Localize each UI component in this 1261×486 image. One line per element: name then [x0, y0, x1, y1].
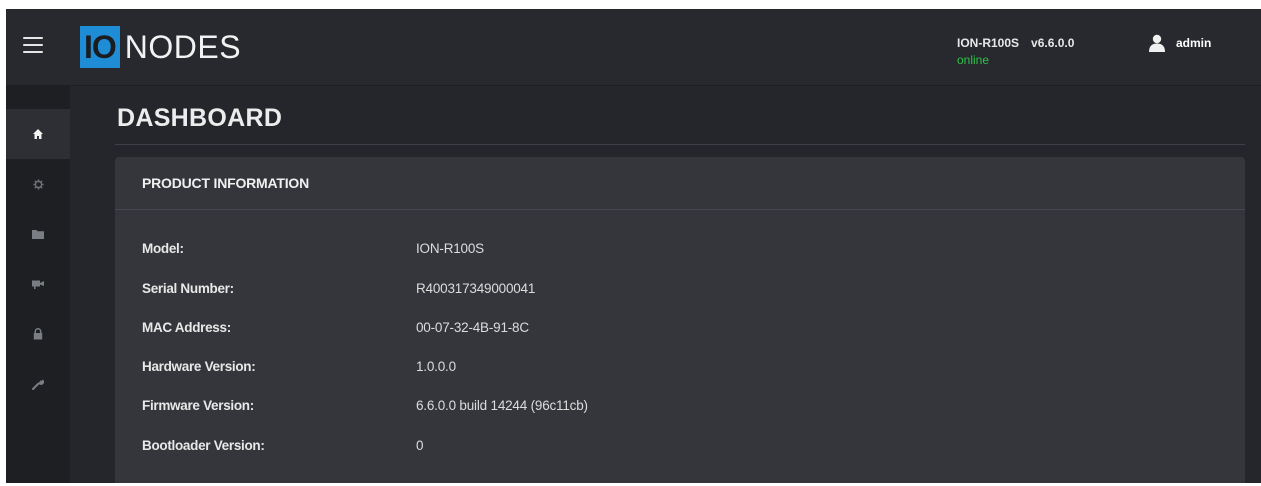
info-label: Serial Number:: [142, 281, 234, 296]
user-icon: [1149, 34, 1165, 52]
ionodes-logo[interactable]: IO NODES: [80, 26, 241, 68]
firmware-version-badge: v6.6.0.0: [1031, 36, 1075, 50]
gear-icon: [32, 178, 44, 190]
lock-icon: [33, 328, 43, 340]
info-value: 00-07-32-4B-91-8C: [416, 320, 529, 335]
device-status: online: [957, 53, 990, 67]
info-value: R400317349000041: [416, 281, 536, 296]
info-value: 1.0.0.0: [416, 359, 456, 374]
info-label: Model:: [142, 241, 184, 256]
panel-header: PRODUCT INFORMATION: [115, 157, 1245, 210]
hamburger-menu-icon[interactable]: [23, 37, 43, 53]
panel-title: PRODUCT INFORMATION: [142, 175, 310, 191]
user-menu[interactable]: admin: [1148, 34, 1211, 52]
camera-icon: [32, 280, 44, 289]
info-row-bootloader-version: Bootloader Version: 0: [142, 438, 1142, 458]
sidebar-item-maintenance[interactable]: [6, 359, 70, 409]
page-title: DASHBOARD: [117, 104, 283, 132]
logo-prefix: IO: [80, 26, 120, 68]
main-content: DASHBOARD PRODUCT INFORMATION Model: ION…: [70, 86, 1261, 483]
info-value: ION-R100S: [416, 241, 484, 256]
app-window: IO NODES ION-R100S v6.6.0.0 online admin: [6, 9, 1261, 483]
info-row-hardware-version: Hardware Version: 1.0.0.0: [142, 359, 1142, 379]
info-value: 0: [416, 438, 424, 453]
device-model: ION-R100S: [957, 36, 1020, 50]
info-row-mac-address: MAC Address: 00-07-32-4B-91-8C: [142, 320, 1142, 340]
sidebar-item-settings[interactable]: [6, 159, 70, 209]
info-row-model: Model: ION-R100S: [142, 241, 1142, 261]
sidebar: [6, 86, 70, 483]
logo-suffix: NODES: [124, 29, 242, 65]
wrench-icon: [32, 379, 44, 390]
info-label: MAC Address:: [142, 320, 231, 335]
info-value: 6.6.0.0 build 14244 (96c11cb): [416, 398, 588, 413]
info-label: Hardware Version:: [142, 359, 256, 374]
top-bar: IO NODES ION-R100S v6.6.0.0 online admin: [6, 9, 1261, 86]
info-row-serial-number: Serial Number: R400317349000041: [142, 281, 1142, 301]
home-icon: [33, 129, 43, 139]
info-label: Bootloader Version:: [142, 438, 265, 453]
folder-icon: [32, 230, 44, 239]
username: admin: [1176, 36, 1212, 50]
sidebar-item-security[interactable]: [6, 309, 70, 359]
info-label: Firmware Version:: [142, 398, 254, 413]
title-divider: [115, 144, 1245, 145]
info-row-firmware-version: Firmware Version: 6.6.0.0 build 14244 (9…: [142, 398, 1142, 418]
sidebar-item-dashboard[interactable]: [6, 109, 70, 159]
sidebar-item-files[interactable]: [6, 209, 70, 259]
product-information-panel: PRODUCT INFORMATION Model: ION-R100S Ser…: [115, 157, 1245, 483]
device-info: ION-R100S v6.6.0.0: [957, 36, 1074, 50]
sidebar-item-cameras[interactable]: [6, 259, 70, 309]
